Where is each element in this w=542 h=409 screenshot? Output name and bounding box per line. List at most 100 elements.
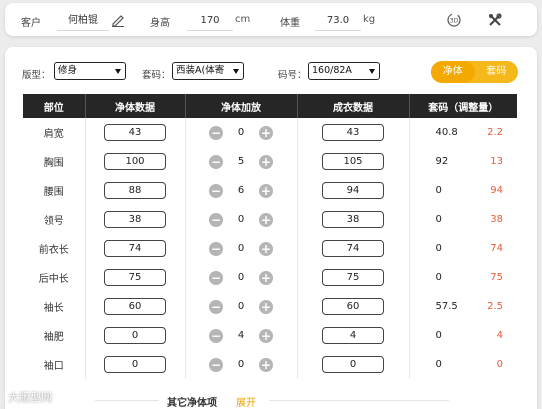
allowance-value: 0 — [237, 214, 245, 225]
net-data-input[interactable]: 88 — [104, 182, 166, 199]
garment-data-input[interactable]: 94 — [322, 182, 384, 199]
plus-button[interactable]: + — [259, 154, 273, 169]
plus-button[interactable]: + — [259, 328, 273, 343]
size-value: 40.8 — [435, 127, 458, 138]
net-data-input[interactable]: 75 — [104, 269, 166, 286]
allowance-value: 0 — [237, 127, 245, 138]
garment-data-input[interactable]: 74 — [322, 240, 384, 257]
plus-button[interactable]: + — [259, 125, 273, 140]
watermark: 大版型网 — [8, 391, 52, 404]
minus-button[interactable]: − — [209, 154, 223, 169]
garment-data-input[interactable]: 105 — [322, 153, 384, 170]
garment-data-input[interactable]: 0 — [322, 356, 384, 373]
table-row: 领号 38 − 0 +38 0 38 — [23, 205, 517, 234]
allowance-value: 4 — [237, 330, 245, 341]
part-name: 袖口 — [23, 350, 86, 379]
plus-button[interactable]: + — [259, 270, 273, 285]
size-value: 0 — [435, 272, 442, 283]
allowance-cell: − 4 + — [185, 321, 298, 350]
adjust-value: 94 — [490, 185, 503, 196]
garment-data-input[interactable]: 60 — [322, 298, 384, 315]
garment-data-cell: 38 — [297, 205, 410, 234]
weight-field[interactable]: 73.0 — [315, 11, 361, 31]
net-data-input[interactable]: 43 — [104, 124, 166, 141]
minus-button[interactable]: − — [209, 212, 223, 227]
minus-button[interactable]: − — [209, 270, 223, 285]
garment-data-cell: 74 — [297, 234, 410, 263]
size-value: 0 — [435, 185, 442, 196]
weight-unit: kg — [363, 14, 376, 25]
minus-button[interactable]: − — [209, 183, 223, 198]
adjust-value: 0 — [496, 359, 503, 370]
height-field[interactable]: 170 — [187, 11, 233, 31]
garment-data-input[interactable]: 75 — [322, 269, 384, 286]
table-row: 后中长 75 − 0 +75 0 75 — [23, 263, 517, 292]
net-data-cell: 75 — [85, 263, 186, 292]
net-data-cell: 100 — [85, 147, 186, 176]
weight-label: 体重 — [280, 18, 300, 29]
net-data-input[interactable]: 60 — [104, 298, 166, 315]
net-data-input[interactable]: 74 — [104, 240, 166, 257]
fit-select[interactable]: 修身 — [54, 62, 126, 80]
allowance-stepper: − 0 + — [186, 270, 297, 285]
minus-button[interactable]: − — [209, 357, 223, 372]
plus-button[interactable]: + — [259, 241, 273, 256]
minus-button[interactable]: − — [209, 241, 223, 256]
allowance-cell: − 5 + — [185, 147, 298, 176]
allowance-cell: − 0 + — [185, 263, 298, 292]
allowance-stepper: − 0 + — [186, 357, 297, 372]
allowance-cell: − 0 + — [185, 234, 298, 263]
garment-data-cell: 0 — [297, 350, 410, 379]
expand-link[interactable]: 展开 — [236, 394, 256, 409]
net-data-input[interactable]: 100 — [104, 153, 166, 170]
table-row: 袖长 60 − 0 +60 57.5 2.5 — [23, 292, 517, 321]
plus-button[interactable]: + — [259, 212, 273, 227]
size-value: 92 — [435, 156, 449, 167]
allowance-cell: − 0 + — [185, 118, 298, 147]
garment-data-input[interactable]: 43 — [322, 124, 384, 141]
allowance-stepper: − 6 + — [186, 183, 297, 198]
rotate-3d-icon[interactable]: 3D — [445, 11, 463, 29]
garment-data-input[interactable]: 38 — [322, 211, 384, 228]
fit-label: 版型： — [22, 70, 51, 81]
minus-button[interactable]: − — [209, 299, 223, 314]
toggle-size-code[interactable]: 套码 — [475, 61, 519, 83]
plus-button[interactable]: + — [259, 299, 273, 314]
size-select[interactable]: 160/82A — [308, 62, 380, 80]
toggle-net-body[interactable]: 净体 — [431, 61, 475, 83]
size-adjust-cell: 40.8 2.2 — [409, 118, 517, 147]
net-data-cell: 74 — [85, 234, 186, 263]
garment-data-input[interactable]: 4 — [322, 327, 384, 344]
net-data-input[interactable]: 0 — [104, 356, 166, 373]
table-header-row: 部位 净体数据 净体加放 成衣数据 套码（调整量） — [23, 94, 517, 118]
allowance-stepper: − 5 + — [186, 154, 297, 169]
allowance-cell: − 6 + — [185, 176, 298, 205]
net-data-input[interactable]: 38 — [104, 211, 166, 228]
allowance-stepper: − 0 + — [186, 241, 297, 256]
plus-button[interactable]: + — [259, 183, 273, 198]
more-title: 其它净体项 — [167, 398, 217, 409]
minus-button[interactable]: − — [209, 125, 223, 140]
table-row: 肩宽 43 − 0 +43 40.8 2.2 — [23, 118, 517, 147]
adjust-value: 4 — [496, 330, 503, 341]
part-name: 袖长 — [23, 292, 86, 321]
header-garment-data: 成衣数据 — [297, 94, 410, 118]
customer-name-field[interactable]: 何柏锟 — [57, 11, 109, 31]
minus-button[interactable]: − — [209, 328, 223, 343]
part-name: 腰围 — [23, 176, 86, 205]
allowance-stepper: − 0 + — [186, 299, 297, 314]
net-size-toggle[interactable]: 净体 套码 — [431, 61, 518, 83]
net-data-cell: 60 — [85, 292, 186, 321]
size-adjust-cell: 0 94 — [409, 176, 517, 205]
size-code-select-value: 西装A(体寄 — [176, 65, 225, 76]
adjust-value: 2.5 — [487, 301, 503, 312]
net-data-input[interactable]: 0 — [104, 327, 166, 344]
divider — [269, 400, 449, 401]
edit-icon[interactable] — [109, 11, 127, 29]
plus-button[interactable]: + — [259, 357, 273, 372]
tools-icon[interactable] — [486, 11, 504, 29]
part-name: 前衣长 — [23, 234, 86, 263]
size-code-select[interactable]: 西装A(体寄 — [172, 62, 244, 80]
garment-data-cell: 75 — [297, 263, 410, 292]
adjust-value: 38 — [490, 214, 503, 225]
